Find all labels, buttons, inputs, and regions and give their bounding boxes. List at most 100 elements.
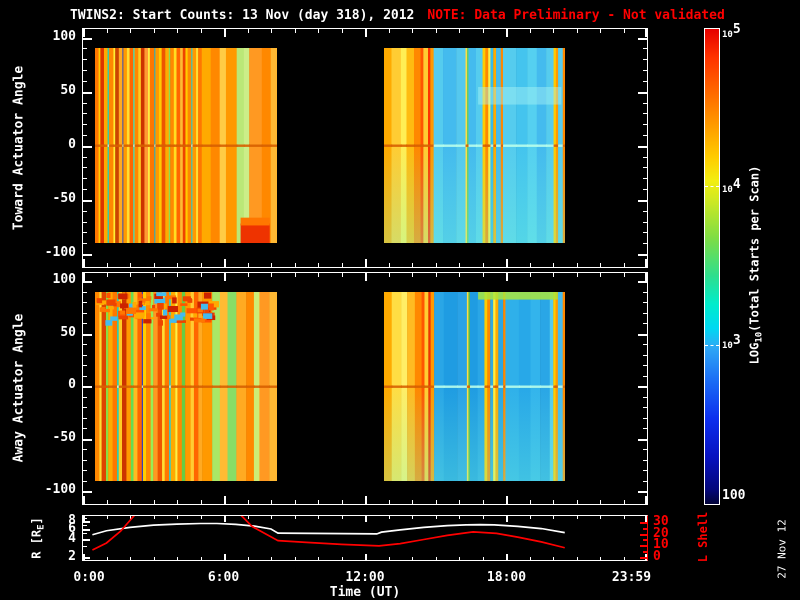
time-tick	[577, 273, 578, 277]
time-tick	[83, 496, 85, 504]
time-tick	[459, 500, 460, 504]
time-tick	[506, 29, 508, 37]
angle-tick	[83, 302, 87, 303]
colorbar	[704, 28, 720, 505]
toward-y-axis-label: Toward Actuator Angle	[11, 65, 27, 231]
time-tick	[389, 273, 390, 277]
angle-tick	[83, 376, 87, 377]
toward-spectrogram-panel	[82, 28, 648, 268]
preliminary-note: NOTE: Data Preliminary - Not validated	[427, 8, 725, 23]
time-tick	[459, 263, 460, 267]
time-tick	[483, 273, 484, 277]
angle-tick	[83, 103, 87, 104]
time-tick-label: 6:00	[207, 570, 240, 585]
time-tick-label: 18:00	[486, 570, 527, 585]
time-tick	[483, 263, 484, 267]
time-axis-label: Time (UT)	[329, 585, 401, 600]
twins2-plot-screen: TWINS2: Start Counts: 13 Nov (day 318), …	[0, 0, 800, 600]
angle-tick	[83, 428, 87, 429]
angle-tick	[643, 407, 647, 408]
time-tick	[224, 273, 226, 281]
colorbar-dash-tick	[705, 186, 719, 188]
angle-tick	[83, 189, 87, 190]
angle-tick-label: 0	[68, 377, 76, 393]
time-tick	[177, 273, 178, 277]
colorbar-tick-label: 105	[722, 22, 741, 40]
time-tick	[107, 500, 108, 504]
spectrogram-block	[95, 292, 277, 481]
angle-tick	[83, 157, 87, 158]
time-tick	[83, 273, 85, 281]
time-tick	[154, 500, 155, 504]
time-tick	[459, 29, 460, 33]
angle-tick	[638, 281, 647, 283]
time-tick	[248, 273, 249, 277]
angle-tick	[643, 59, 647, 60]
angle-tick	[643, 313, 647, 314]
time-tick	[107, 29, 108, 33]
time-tick	[436, 273, 437, 277]
angle-tick	[83, 386, 92, 388]
time-tick	[201, 29, 202, 33]
time-tick	[436, 263, 437, 267]
spectrogram-block	[95, 48, 277, 243]
angle-tick	[643, 232, 647, 233]
time-tick	[577, 500, 578, 504]
time-tick	[600, 500, 601, 504]
away-y-axis-label: Away Actuator Angle	[11, 313, 27, 463]
angle-tick	[643, 397, 647, 398]
colorbar-tick-label: 104	[722, 177, 741, 196]
time-tick	[107, 273, 108, 277]
time-tick	[530, 263, 531, 267]
angle-tick	[83, 449, 87, 450]
time-tick	[248, 500, 249, 504]
time-tick	[83, 259, 85, 267]
angle-tick	[643, 211, 647, 212]
angle-tick	[83, 59, 87, 60]
angle-tick	[638, 254, 647, 256]
angle-tick	[83, 344, 87, 345]
time-tick	[530, 500, 531, 504]
angle-tick	[643, 460, 647, 461]
time-tick	[130, 500, 131, 504]
time-tick	[271, 273, 272, 277]
angle-tick	[83, 211, 87, 212]
r-axis-label: R [RE]	[29, 517, 47, 559]
time-tick	[600, 273, 601, 277]
time-tick	[365, 29, 367, 37]
angle-tick	[638, 491, 647, 493]
angle-tick	[638, 200, 647, 202]
angle-tick	[83, 460, 87, 461]
time-tick	[201, 263, 202, 267]
angle-tick	[643, 70, 647, 71]
time-tick	[365, 496, 367, 504]
angle-tick	[638, 334, 647, 336]
angle-tick	[643, 323, 647, 324]
orbit-lines-canvas	[83, 516, 647, 560]
time-tick	[201, 273, 202, 277]
time-tick	[342, 263, 343, 267]
time-tick-label: 12:00	[345, 570, 385, 585]
time-tick	[412, 263, 413, 267]
time-tick	[295, 500, 296, 504]
time-tick	[459, 273, 460, 277]
time-tick	[436, 500, 437, 504]
time-tick	[412, 29, 413, 33]
time-tick	[389, 29, 390, 33]
time-tick	[318, 29, 319, 33]
r-tick-label: 2	[68, 548, 76, 564]
time-tick	[553, 273, 554, 277]
time-tick	[389, 263, 390, 267]
angle-tick-label: 0	[68, 136, 76, 152]
angle-tick	[83, 232, 87, 233]
time-tick	[318, 263, 319, 267]
angle-tick	[638, 38, 647, 40]
angle-tick	[83, 254, 92, 256]
time-tick	[177, 29, 178, 33]
angle-tick	[83, 439, 92, 441]
angle-tick	[643, 365, 647, 366]
time-tick	[248, 263, 249, 267]
time-tick	[130, 29, 131, 33]
time-tick	[342, 273, 343, 277]
colorbar-tick-label: 103	[722, 332, 741, 351]
